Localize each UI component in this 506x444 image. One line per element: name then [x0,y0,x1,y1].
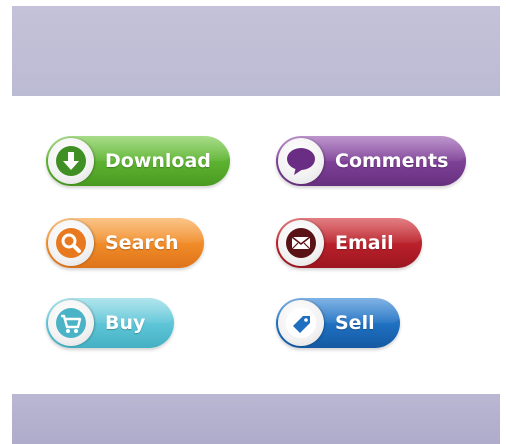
bottom-banner [12,394,500,444]
speech-bubble-icon [278,138,324,184]
sell-button[interactable]: Sell [276,298,400,348]
buy-label: Buy [105,312,146,334]
comments-button[interactable]: Comments [276,136,466,186]
magnifier-icon [48,220,94,266]
email-button[interactable]: Email [276,218,422,268]
sell-label: Sell [335,312,375,334]
price-tag-icon [278,300,324,346]
download-arrow-icon [48,138,94,184]
download-label: Download [105,150,211,172]
envelope-icon [278,220,324,266]
comments-label: Comments [335,150,449,172]
email-label: Email [335,232,394,254]
search-button[interactable]: Search [46,218,204,268]
buy-button[interactable]: Buy [46,298,174,348]
top-banner [12,6,500,96]
search-label: Search [105,232,179,254]
shopping-cart-icon [48,300,94,346]
download-button[interactable]: Download [46,136,230,186]
